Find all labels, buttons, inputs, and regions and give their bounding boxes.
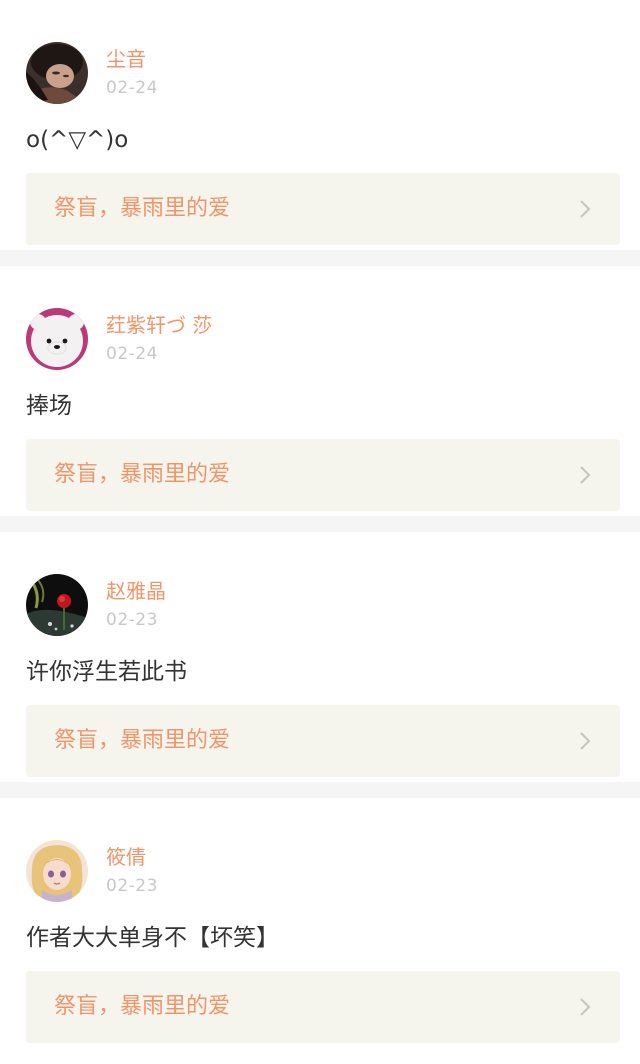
book-title: 祭盲，暴雨里的爱	[54, 462, 231, 487]
username[interactable]: 荭紫轩づ 莎	[106, 312, 212, 338]
comment-card: 筱倩 02-23 作者大大单身不【坏笑】 祭盲，暴雨里的爱	[0, 798, 640, 1064]
comment-text: 许你浮生若此书	[26, 659, 187, 685]
book-link[interactable]: 祭盲，暴雨里的爱	[26, 705, 620, 777]
book-link[interactable]: 祭盲，暴雨里的爱	[26, 971, 620, 1043]
avatar[interactable]	[26, 42, 88, 104]
comment-date: 02-23	[106, 610, 158, 630]
chevron-right-icon	[578, 731, 592, 751]
comment-text: 作者大大单身不【坏笑】	[26, 925, 279, 951]
username[interactable]: 尘音	[106, 46, 146, 72]
book-link[interactable]: 祭盲，暴雨里的爱	[26, 173, 620, 245]
username[interactable]: 赵雅晶	[106, 578, 166, 604]
comment-feed: 尘音 02-24 o(^▽^)o 祭盲，暴雨里的爱 荭紫轩づ 莎 02-24 捧…	[0, 0, 640, 1064]
comment-date: 02-23	[106, 876, 158, 896]
comment-date: 02-24	[106, 344, 158, 364]
chevron-right-icon	[578, 199, 592, 219]
book-title: 祭盲，暴雨里的爱	[54, 728, 231, 753]
portrait-girl-icon	[26, 42, 88, 104]
avatar[interactable]	[26, 840, 88, 902]
comment-text: 捧场	[26, 393, 72, 419]
book-title: 祭盲，暴雨里的爱	[54, 196, 231, 221]
username[interactable]: 筱倩	[106, 844, 146, 870]
comment-card: 赵雅晶 02-23 许你浮生若此书 祭盲，暴雨里的爱	[0, 532, 640, 798]
comment-date: 02-24	[106, 78, 158, 98]
chevron-right-icon	[578, 465, 592, 485]
white-bear-icon	[26, 308, 88, 370]
book-link[interactable]: 祭盲，暴雨里的爱	[26, 439, 620, 511]
comment-card: 尘音 02-24 o(^▽^)o 祭盲，暴雨里的爱	[0, 0, 640, 266]
avatar[interactable]	[26, 574, 88, 636]
anime-girl-icon	[26, 840, 88, 902]
chevron-right-icon	[578, 997, 592, 1017]
avatar[interactable]	[26, 308, 88, 370]
comment-card: 荭紫轩づ 莎 02-24 捧场 祭盲，暴雨里的爱	[0, 266, 640, 532]
red-rose-icon	[26, 574, 88, 636]
comment-text: o(^▽^)o	[26, 127, 129, 153]
book-title: 祭盲，暴雨里的爱	[54, 994, 231, 1019]
